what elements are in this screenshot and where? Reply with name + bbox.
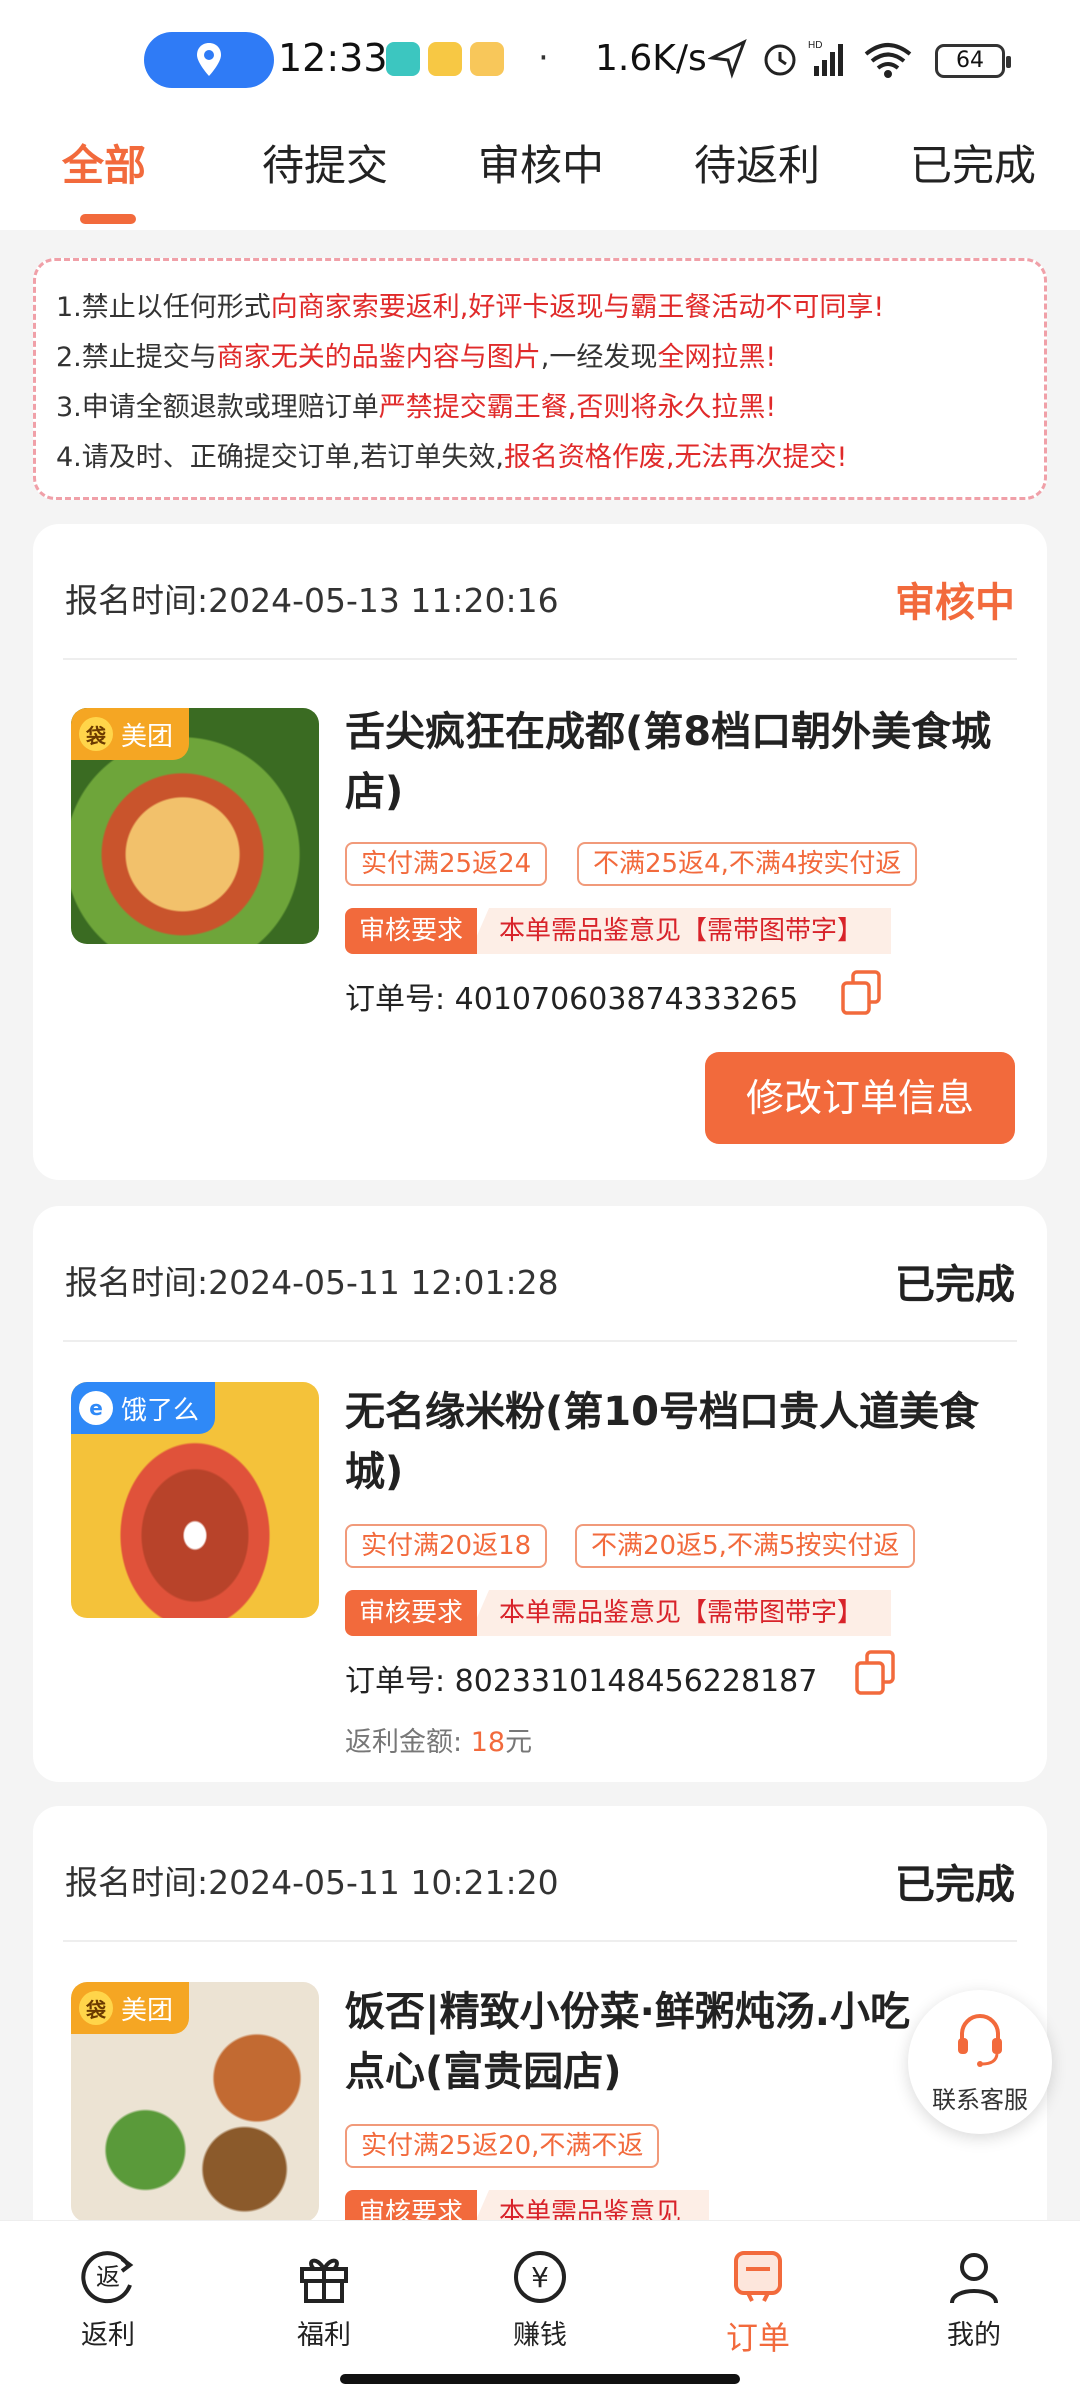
tab-pending-rebate[interactable]: 待返利 xyxy=(694,132,820,193)
rebate-tag: 不满25返4,不满4按实付返 xyxy=(577,842,918,886)
platform-badge: e 饿了么 xyxy=(71,1382,216,1434)
weibo-app-icon xyxy=(428,42,462,76)
platform-badge: 袋美团 xyxy=(71,708,190,760)
user-icon xyxy=(950,2253,998,2304)
yuan-icon: ¥ xyxy=(514,2251,566,2303)
shop-image[interactable]: 袋美团 xyxy=(71,1982,319,2222)
rebate-tag: 实付满25返20,不满不返 xyxy=(345,2124,660,2168)
nav-welfare[interactable]: 福利 xyxy=(254,2247,394,2352)
clock: 12:33 xyxy=(278,36,388,80)
more-notifications-dot: · xyxy=(538,38,549,78)
shop-name[interactable]: 无名缘米粉(第10号档口贵人道美食城) xyxy=(345,1382,1005,1502)
nav-earn[interactable]: ¥ 赚钱 xyxy=(470,2247,610,2352)
registration-time: 报名时间:2024-05-11 10:21:20 xyxy=(65,1863,559,1902)
status-badge: 审核中 xyxy=(895,580,1015,626)
shop-name[interactable]: 饭否|精致小份菜·鲜粥炖汤.小吃点心(富贵园店) xyxy=(345,1982,945,2102)
status-bar: 12:33 · 1.6K/s HD 64 xyxy=(0,0,1080,110)
rebate-tag: 实付满25返24 xyxy=(345,842,548,886)
tab-all[interactable]: 全部 xyxy=(62,132,146,193)
platform-badge: 袋美团 xyxy=(71,1982,190,2034)
review-requirement: 审核要求 本单需品鉴意见【需带图带字】 xyxy=(345,1590,892,1636)
status-badge: 已完成 xyxy=(895,1262,1015,1308)
active-tab-indicator xyxy=(80,214,136,224)
order-card[interactable]: 报名时间:2024-05-13 11:20:16 审核中 袋美团 舌尖疯狂在成都… xyxy=(33,524,1047,1180)
navigation-arrow-icon xyxy=(708,38,747,79)
rebate-tag: 实付满20返18 xyxy=(345,1524,548,1568)
order-icon xyxy=(734,2251,782,2302)
meituan-logo-icon: 袋 xyxy=(79,717,113,751)
shop-name[interactable]: 舌尖疯狂在成都(第8档口朝外美食城店) xyxy=(345,702,1005,822)
order-number: 订单号: 401070603874333265 xyxy=(345,982,799,1017)
tab-pending-submit[interactable]: 待提交 xyxy=(262,132,388,193)
headset-icon xyxy=(958,2014,1002,2067)
notice-line: 3.申请全额退款或理赔订单严禁提交霸王餐,否则将永久拉黑! xyxy=(56,392,777,423)
divider xyxy=(63,658,1017,660)
order-card[interactable]: 报名时间:2024-05-11 12:01:28 已完成 e 饿了么 无名缘米粉(… xyxy=(33,1206,1047,1782)
rules-notice: 1.禁止以任何形式向商家索要返利,好评卡返现与霸王餐活动不可同享! 2.禁止提交… xyxy=(33,258,1047,500)
modify-order-button[interactable]: 修改订单信息 xyxy=(705,1052,1015,1144)
network-speed: 1.6K/s xyxy=(595,38,707,79)
review-requirement: 审核要求 本单需品鉴意见【需带图带字】 xyxy=(345,908,892,954)
nav-profile[interactable]: 我的 xyxy=(904,2247,1044,2352)
location-pin-icon xyxy=(197,43,221,76)
shop-image[interactable]: e 饿了么 xyxy=(71,1382,319,1618)
rebate-icon: 返 xyxy=(81,2251,134,2304)
divider xyxy=(63,1340,1017,1342)
registration-time: 报名时间:2024-05-11 12:01:28 xyxy=(65,1263,559,1302)
eleme-logo-icon: e xyxy=(79,1391,113,1425)
signal-icon: HD xyxy=(808,40,843,76)
rebate-tag: 不满20返5,不满5按实付返 xyxy=(575,1524,916,1568)
home-indicator[interactable] xyxy=(340,2374,740,2384)
svg-text:返: 返 xyxy=(96,2263,120,2291)
order-card[interactable]: 报名时间:2024-05-11 10:21:20 已完成 袋美团 饭否|精致小份… xyxy=(33,1806,1047,2246)
nav-rebate[interactable]: 返 返利 xyxy=(38,2247,178,2352)
status-icons: HD xyxy=(708,38,912,79)
notice-line: 4.请及时、正确提交订单,若订单失效,报名资格作废,无法再次提交! xyxy=(56,442,848,473)
alarm-icon xyxy=(764,44,796,76)
wifi-icon xyxy=(864,43,912,78)
shop-image[interactable]: 袋美团 xyxy=(71,708,319,944)
notes-app-icon xyxy=(470,42,504,76)
order-tabs: 全部 待提交 审核中 待返利 已完成 xyxy=(0,110,1080,230)
status-badge: 已完成 xyxy=(895,1862,1015,1908)
meituan-logo-icon: 袋 xyxy=(79,1991,113,2025)
nav-orders[interactable]: 订单 xyxy=(688,2247,828,2359)
svg-text:¥: ¥ xyxy=(531,2261,549,2294)
customer-service-label: 联系客服 xyxy=(932,2086,1028,2114)
rebate-amount: 返利金额: 18元 xyxy=(345,1727,533,1758)
order-number: 订单号: 802331014845622818​7 xyxy=(345,1664,818,1699)
registration-time: 报名时间:2024-05-13 11:20:16 xyxy=(65,581,559,620)
gift-icon xyxy=(300,2258,348,2303)
send-app-icon xyxy=(386,42,420,76)
notice-line: 1.禁止以任何形式向商家索要返利,好评卡返现与霸王餐活动不可同享! xyxy=(56,292,885,323)
bottom-navigation: 返 返利 福利 ¥ 赚钱 订单 我的 xyxy=(0,2220,1080,2400)
tab-reviewing[interactable]: 审核中 xyxy=(478,132,604,193)
divider xyxy=(63,1940,1017,1942)
battery-indicator: 64 xyxy=(935,44,1011,78)
customer-service-button[interactable]: 联系客服 xyxy=(908,1990,1052,2134)
notice-line: 2.禁止提交与商家无关的品鉴内容与图片,一经发现全网拉黑! xyxy=(56,342,777,373)
copy-icon[interactable] xyxy=(853,1650,897,1696)
copy-icon[interactable] xyxy=(839,970,883,1016)
svg-text:HD: HD xyxy=(808,40,822,51)
tab-completed[interactable]: 已完成 xyxy=(910,132,1036,193)
location-indicator[interactable] xyxy=(144,32,274,88)
